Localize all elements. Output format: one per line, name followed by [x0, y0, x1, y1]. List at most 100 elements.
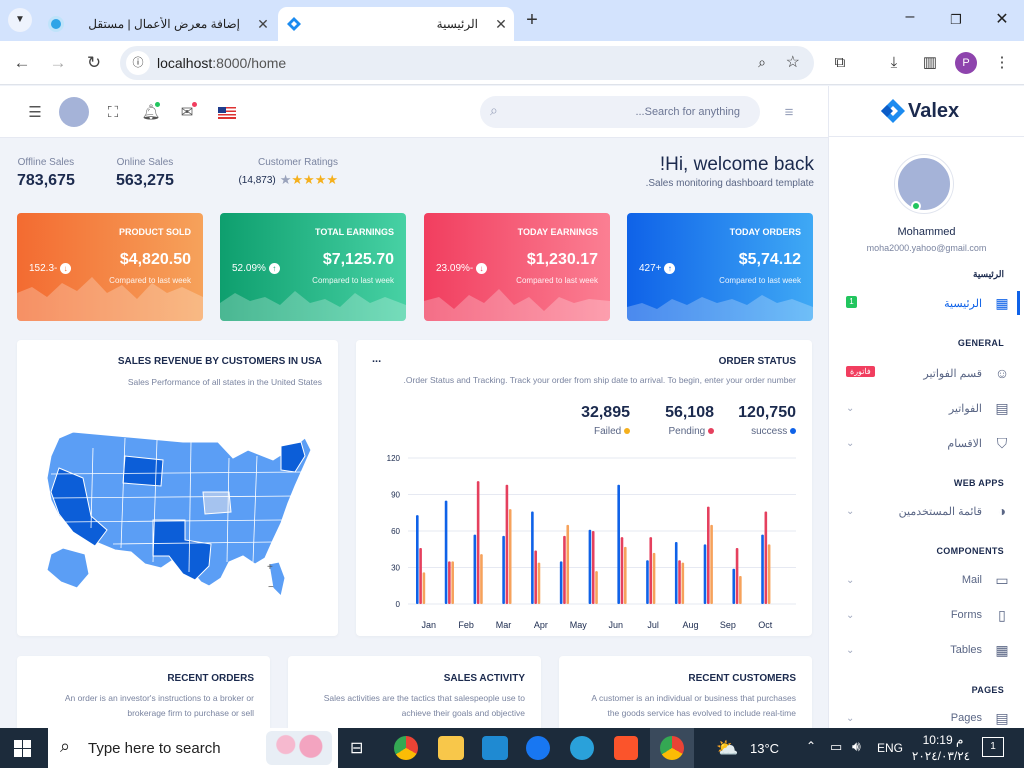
search-input[interactable]: ⌕ ...Search for anything	[480, 96, 760, 128]
bar[interactable]	[422, 572, 426, 604]
bar[interactable]	[649, 537, 653, 604]
map-zoom-out-button[interactable]: −	[268, 582, 274, 593]
url-input[interactable]: ⓘ localhost:8000/home ⌕ ☆	[120, 46, 814, 80]
forward-icon[interactable]: →	[46, 51, 70, 75]
extensions-icon[interactable]: ⧉	[828, 51, 852, 75]
map-zoom-in-button[interactable]: +	[267, 562, 273, 573]
bar[interactable]	[505, 484, 509, 604]
minimize-icon[interactable]: –	[898, 8, 922, 32]
bar[interactable]	[480, 554, 483, 604]
back-icon[interactable]: ←	[10, 51, 34, 75]
bar[interactable]	[476, 481, 480, 604]
sidebar-item-sections[interactable]: ⌄ الاقسام ⛉	[842, 433, 1012, 453]
bar[interactable]	[735, 548, 739, 604]
sidebar-item-users[interactable]: ⌄ قائمة المستخدمين ◑	[842, 501, 1012, 521]
bar[interactable]	[531, 511, 534, 604]
reload-icon[interactable]: ↻	[82, 51, 106, 75]
menu-lines-icon[interactable]: ≡	[778, 102, 800, 124]
file-explorer-icon[interactable]	[438, 736, 464, 760]
bar[interactable]	[739, 576, 742, 604]
bar[interactable]	[419, 548, 422, 604]
window-close-icon[interactable]: ✕	[990, 8, 1014, 32]
language-indicator[interactable]: ENG	[877, 741, 903, 755]
hamburger-icon[interactable]: ☰	[24, 102, 46, 124]
us-flag-icon[interactable]	[218, 107, 236, 119]
close-icon[interactable]: ✕	[250, 16, 276, 33]
telegram-icon[interactable]	[570, 736, 594, 760]
site-info-icon[interactable]: ⓘ	[126, 51, 150, 75]
notification-center-icon[interactable]: 1	[982, 737, 1004, 757]
bar[interactable]	[591, 531, 595, 604]
bookmark-star-icon[interactable]: ☆	[786, 52, 800, 72]
network-icon[interactable]: ▭	[830, 739, 842, 755]
tray-chevron-icon[interactable]: ⌃	[806, 739, 816, 753]
facebook-icon[interactable]	[526, 736, 550, 760]
bar[interactable]	[537, 562, 541, 604]
bar[interactable]	[706, 506, 710, 604]
bell-icon[interactable]: 🔔︎	[140, 102, 162, 124]
bar[interactable]	[732, 568, 736, 604]
chrome-icon[interactable]	[394, 736, 418, 760]
task-view-icon[interactable]: ⊟	[350, 738, 363, 758]
bar[interactable]	[508, 509, 512, 604]
bar[interactable]	[595, 571, 598, 604]
menu-dots-icon[interactable]: ⋮	[990, 51, 1014, 75]
tab-search-button[interactable]: ▼	[8, 8, 32, 32]
side-panel-icon[interactable]: ▥	[918, 51, 942, 75]
bar[interactable]	[652, 552, 656, 604]
bar[interactable]	[559, 561, 563, 604]
bar[interactable]	[502, 535, 505, 604]
bar[interactable]	[617, 484, 620, 604]
bar[interactable]	[451, 561, 454, 604]
sidebar-item-pages[interactable]: ⌄ Pages ▤	[842, 710, 1012, 726]
bar[interactable]	[767, 544, 771, 604]
tab-mostaql[interactable]: إضافة معرض الأعمال | مستقل ✕	[40, 7, 276, 41]
bar[interactable]	[448, 561, 451, 604]
bar[interactable]	[473, 534, 477, 604]
windows-start-icon[interactable]	[14, 740, 31, 757]
profile-avatar[interactable]: P	[955, 52, 977, 74]
chrome-active-icon[interactable]	[650, 728, 694, 768]
brave-icon[interactable]	[614, 736, 638, 760]
sidebar-item-tables[interactable]: ⌄ Tables ▦	[842, 640, 1012, 660]
profile-photo[interactable]	[895, 155, 953, 213]
sidebar-item-invoices[interactable]: ⌄ الفواتير ▤	[842, 398, 1012, 418]
taskbar-search-input[interactable]: ⌕ Type here to search	[48, 728, 338, 768]
usa-map[interactable]	[33, 428, 333, 618]
bar[interactable]	[678, 560, 681, 604]
sidebar-item-forms[interactable]: ⌄ Forms ▯	[842, 605, 1012, 625]
clock-time[interactable]: 10:19 م	[918, 733, 968, 747]
bar[interactable]	[416, 515, 419, 604]
bar[interactable]	[534, 550, 537, 604]
sidebar-item-invoice-section[interactable]: فاتورة قسم الفواتير ☺	[842, 363, 1012, 383]
sidebar-item-home[interactable]: 1 الرئيسية ▦	[842, 293, 1012, 313]
bar[interactable]	[444, 500, 448, 604]
sidebar-item-mail[interactable]: ⌄ Mail ▭	[842, 570, 1012, 590]
bar[interactable]	[620, 537, 624, 604]
restore-icon[interactable]: ❐	[944, 8, 968, 32]
new-tab-button[interactable]: +	[520, 8, 544, 32]
bar[interactable]	[764, 511, 768, 604]
bar[interactable]	[761, 534, 764, 604]
bar[interactable]	[710, 524, 713, 604]
volume-icon[interactable]: 🔊︎	[852, 738, 861, 755]
bar[interactable]	[566, 524, 570, 604]
bar[interactable]	[588, 529, 592, 604]
mail-icon[interactable]: ✉	[176, 102, 198, 124]
panel-menu-dots[interactable]: ...	[372, 353, 381, 365]
bar[interactable]	[674, 541, 678, 604]
weather-icon[interactable]: ⛅	[716, 738, 738, 759]
clock-date[interactable]: ٢٠٢٤/٠٣/٢٤	[910, 749, 972, 763]
download-icon[interactable]: ⤓	[882, 51, 906, 75]
bar[interactable]	[563, 535, 566, 604]
user-avatar[interactable]	[59, 97, 89, 127]
bar[interactable]	[623, 546, 627, 604]
bar[interactable]	[646, 560, 649, 604]
bar[interactable]	[681, 562, 685, 604]
bar[interactable]	[703, 544, 707, 604]
close-icon[interactable]: ✕	[488, 16, 514, 33]
tab-home[interactable]: الرئيسية ✕	[278, 7, 514, 41]
vscode-icon[interactable]	[482, 736, 508, 760]
zoom-icon[interactable]: ⌕	[758, 54, 766, 71]
fullscreen-icon[interactable]: ⛶	[102, 102, 124, 124]
